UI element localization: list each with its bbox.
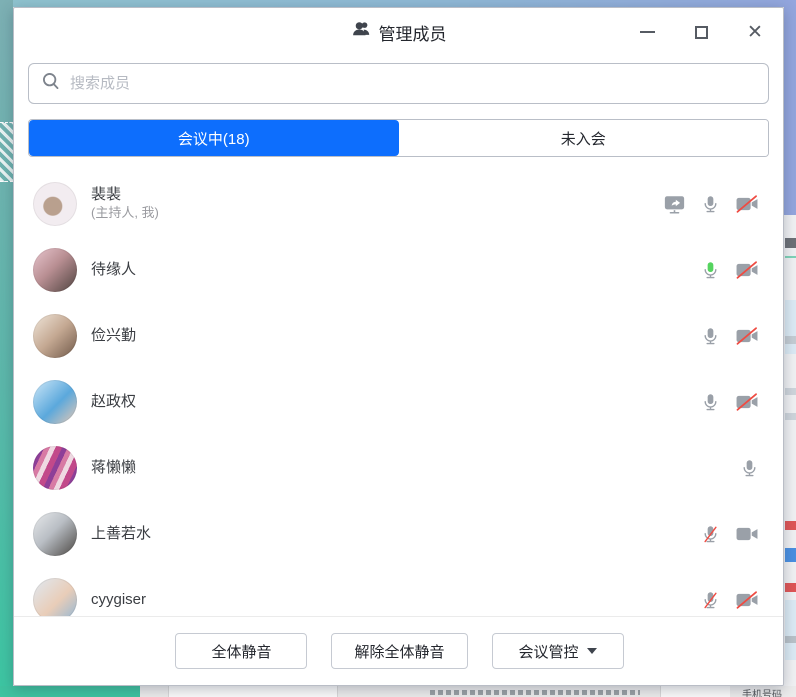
mic-icon[interactable]	[701, 391, 720, 413]
member-subtitle: (主持人, 我)	[91, 205, 663, 222]
mute-all-button[interactable]: 全体静音	[175, 633, 307, 669]
manage-members-dialog: 管理成员 ✕ 会议中(18) 未入会 裴裴 (主持人, 我)	[13, 7, 784, 686]
mic-icon[interactable]	[701, 325, 720, 347]
dialog-title: 管理成员	[379, 20, 447, 45]
tab-in-meeting[interactable]: 会议中(18)	[29, 120, 399, 156]
dialog-title-wrap: 管理成员	[351, 19, 447, 45]
member-row[interactable]: cyygiser	[14, 567, 784, 618]
member-name: cyygiser	[91, 591, 701, 610]
camera-icon[interactable]	[735, 524, 759, 544]
desktop-top-strip	[13, 0, 796, 7]
camera-icon[interactable]	[735, 392, 759, 412]
camera-icon[interactable]	[735, 590, 759, 610]
close-button[interactable]: ✕	[741, 18, 769, 46]
desktop-left-strip	[0, 0, 13, 697]
member-row[interactable]: 蒋懒懒	[14, 435, 784, 501]
unmute-all-button[interactable]: 解除全体静音	[331, 633, 467, 669]
avatar	[33, 380, 77, 424]
meeting-control-button[interactable]: 会议管控	[492, 633, 624, 669]
avatar	[33, 578, 77, 618]
footer-bar: 全体静音 解除全体静音 会议管控	[14, 616, 784, 685]
avatar	[33, 512, 77, 556]
member-list: 裴裴 (主持人, 我)	[14, 171, 784, 618]
avatar	[33, 248, 77, 292]
phone-number-label: 手机号码	[742, 686, 782, 697]
tab-not-joined[interactable]: 未入会	[399, 120, 769, 156]
window-controls: ✕	[633, 8, 769, 56]
member-row[interactable]: 上善若水	[14, 501, 784, 567]
minimize-button[interactable]	[633, 18, 661, 46]
members-icon	[351, 19, 372, 45]
background-tiny-text	[430, 690, 640, 695]
chevron-down-icon	[587, 648, 597, 654]
member-row[interactable]: 裴裴 (主持人, 我)	[14, 171, 784, 237]
search-input[interactable]	[70, 75, 756, 92]
member-row[interactable]: 赵政权	[14, 369, 784, 435]
search-box[interactable]	[28, 63, 769, 104]
camera-icon[interactable]	[735, 326, 759, 346]
search-icon	[41, 71, 61, 96]
avatar	[33, 314, 77, 358]
member-tabs: 会议中(18) 未入会	[28, 119, 769, 157]
camera-icon[interactable]	[735, 260, 759, 280]
meeting-control-label: 会议管控	[518, 641, 578, 662]
mic-icon[interactable]	[701, 259, 720, 281]
dialog-titlebar: 管理成员 ✕	[14, 8, 783, 56]
member-name: 俭兴勤	[91, 327, 701, 346]
member-name: 裴裴	[91, 186, 663, 205]
mic-icon[interactable]	[701, 589, 720, 611]
member-row[interactable]: 俭兴勤	[14, 303, 784, 369]
avatar	[33, 446, 77, 490]
mic-icon[interactable]	[701, 193, 720, 215]
member-name: 上善若水	[91, 525, 701, 544]
desktop-left-decoration	[0, 122, 13, 182]
member-row[interactable]: 待缘人	[14, 237, 784, 303]
desktop-teal-block	[0, 686, 140, 697]
desktop-right-strip	[784, 0, 796, 697]
desktop-bottom-strip: 手机号码	[0, 686, 796, 697]
member-name: 蒋懒懒	[91, 459, 740, 478]
screen-share-icon	[663, 194, 686, 215]
mic-icon[interactable]	[740, 457, 759, 479]
camera-icon[interactable]	[735, 194, 759, 214]
member-name: 赵政权	[91, 393, 701, 412]
maximize-button[interactable]	[687, 18, 715, 46]
member-name: 待缘人	[91, 261, 701, 280]
avatar	[33, 182, 77, 226]
mic-icon[interactable]	[701, 523, 720, 545]
